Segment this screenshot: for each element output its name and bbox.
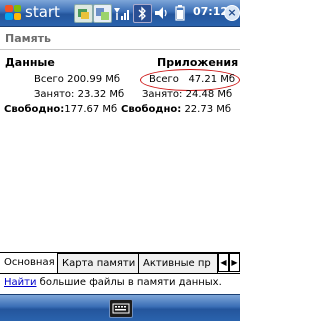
data-free-value: 177.67 Мб (64, 104, 118, 115)
start-button[interactable]: start (0, 0, 70, 26)
close-icon: × (227, 6, 237, 19)
data-used-label: Занято: (34, 89, 75, 100)
tab-scroll-right-icon[interactable]: ▶ (229, 253, 240, 272)
data-used-row: Занято: 23.32 Мб (34, 89, 124, 100)
keyboard-icon[interactable] (109, 299, 133, 318)
title-divider (0, 49, 240, 50)
tab-scroll-left-icon[interactable]: ◀ (218, 253, 229, 272)
apps-used-row: Занято: 24.48 Мб (142, 89, 232, 100)
bluetooth-icon[interactable] (133, 3, 152, 23)
signal-strength-icon[interactable] (112, 3, 130, 23)
apps-heading: Приложения (157, 56, 239, 69)
apps-total-row: Всего 47.21 Мб (149, 74, 235, 85)
tab-storage-card[interactable]: Карта памяти (58, 253, 139, 273)
taskbar: start 07:12 × (0, 0, 240, 27)
data-total-row: Всего 200.99 Мб (34, 74, 120, 85)
connectivity-icon[interactable] (93, 3, 112, 23)
clock[interactable]: 07:12 (193, 5, 228, 18)
close-button[interactable]: × (224, 5, 240, 21)
battery-icon[interactable] (172, 3, 188, 23)
data-free-label: Свободно: (4, 104, 65, 115)
phone-status-icon[interactable] (74, 3, 93, 23)
data-free-row: Свободно:177.67 Мб (4, 104, 117, 115)
find-description: большие файлы в памяти данных. (36, 277, 222, 288)
data-used-value: 23.32 Мб (77, 89, 125, 100)
apps-total-label: Всего (149, 74, 179, 85)
volume-icon[interactable] (152, 3, 170, 23)
find-large-files-text: Найти большие файлы в памяти данных. (4, 277, 222, 288)
windows-logo-icon (5, 5, 21, 20)
apps-used-label: Занято: (142, 89, 183, 100)
data-total-value: 200.99 Мб (67, 74, 121, 85)
tabs-bottom-border (0, 273, 240, 274)
page-title: Память (5, 32, 52, 45)
find-link[interactable]: Найти (4, 277, 36, 288)
apps-total-value: 47.21 Мб (188, 74, 236, 85)
bottom-bar (0, 294, 240, 321)
tab-active-programs[interactable]: Активные пр (139, 253, 218, 273)
tab-main[interactable]: Основная (0, 253, 58, 273)
start-label: start (25, 3, 60, 21)
data-heading: Данные (5, 56, 55, 69)
apps-used-value: 24.48 Мб (185, 89, 233, 100)
data-total-label: Всего (34, 74, 64, 85)
apps-free-value: 22.73 Мб (184, 104, 232, 115)
apps-free-row: Свободно: 22.73 Мб (121, 104, 231, 115)
apps-free-label: Свободно: (121, 104, 182, 115)
